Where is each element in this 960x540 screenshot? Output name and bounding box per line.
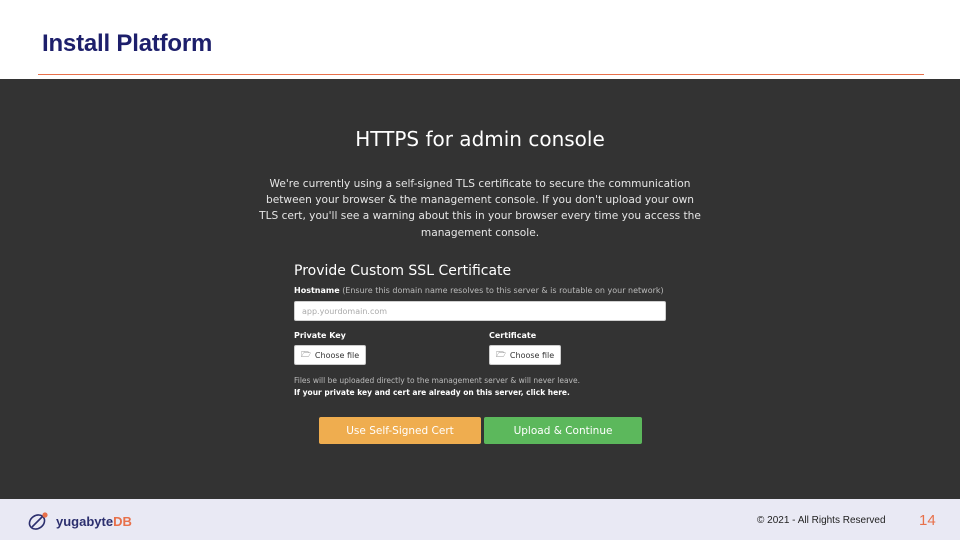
upload-note: Files will be uploaded directly to the m…: [294, 376, 580, 385]
slide-footer: yugabyteDB © 2021 - All Rights Reserved …: [0, 499, 960, 540]
yugabytedb-logo: yugabyteDB: [26, 511, 132, 531]
private-key-choose-file-button[interactable]: 🗁 Choose file: [294, 345, 367, 365]
hostname-label-text: Hostname: [294, 286, 340, 295]
hostname-note: (Ensure this domain name resolves to thi…: [342, 286, 664, 295]
page-number: 14: [919, 512, 936, 529]
copyright-text: © 2021 - All Rights Reserved: [757, 515, 886, 526]
private-key-label: Private Key: [294, 331, 346, 340]
page-heading: HTTPS for admin console: [355, 127, 605, 151]
logo-wordmark: yugabyteDB: [56, 514, 132, 529]
use-self-signed-cert-button[interactable]: Use Self-Signed Cert: [319, 417, 481, 444]
title-divider: [38, 74, 924, 75]
upload-continue-button[interactable]: Upload & Continue: [484, 417, 642, 444]
certificate-button-label: Choose file: [509, 350, 555, 360]
keys-on-server-link[interactable]: If your private key and cert are already…: [294, 388, 570, 397]
logo-text-db: DB: [113, 513, 132, 529]
slide-title: Install Platform: [42, 30, 213, 57]
admin-console-screenshot: HTTPS for admin console We're currently …: [0, 79, 960, 499]
yugabyte-logo-icon: [28, 512, 48, 530]
form-title: Provide Custom SSL Certificate: [294, 263, 512, 279]
certificate-label: Certificate: [489, 331, 537, 340]
private-key-button-label: Choose file: [314, 350, 360, 360]
folder-open-icon: 🗁: [496, 350, 506, 359]
intro-text: We're currently using a self-signed TLS …: [259, 178, 701, 239]
folder-open-icon: 🗁: [301, 350, 311, 359]
logo-text-main: yugabyte: [56, 513, 114, 529]
certificate-choose-file-button[interactable]: 🗁 Choose file: [489, 345, 562, 365]
hostname-input[interactable]: [294, 301, 666, 321]
hostname-label: Hostname (Ensure this domain name resolv…: [294, 286, 664, 295]
